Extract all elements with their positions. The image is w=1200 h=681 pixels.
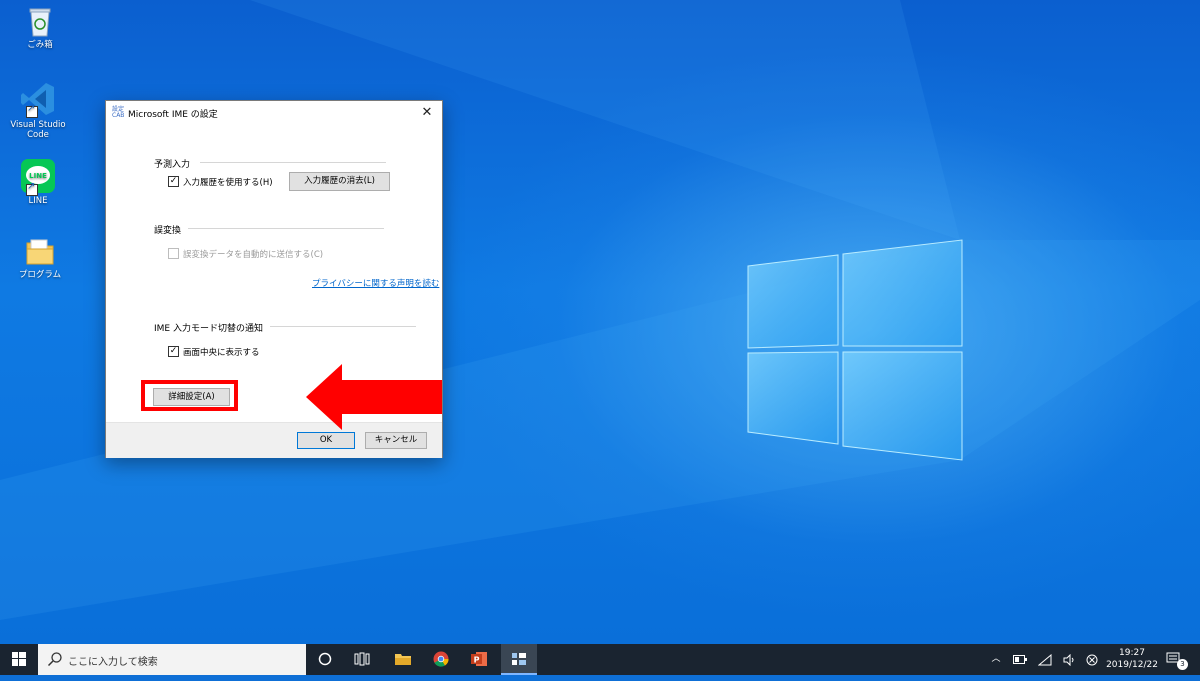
show-hidden-icons-chevron[interactable]: ︿ [988, 644, 1004, 675]
svg-text:LINE: LINE [29, 172, 47, 180]
desktop: ごみ箱 Visual Studio Code LINE LINE プログラム 設… [0, 0, 1200, 644]
close-button[interactable]: ✕ [412, 101, 442, 125]
file-explorer-icon[interactable] [386, 644, 420, 675]
desktop-icon-label: LINE [28, 196, 48, 206]
desktop-icon-label: Visual Studio Code [10, 120, 66, 140]
search-icon [47, 652, 62, 667]
svg-text:P: P [474, 656, 480, 665]
red-highlight-box [141, 380, 238, 411]
battery-icon[interactable] [1013, 644, 1029, 675]
send-misconversion-data-checkbox[interactable] [168, 248, 179, 259]
group-divider [270, 326, 416, 327]
powerpoint-icon[interactable]: P [462, 644, 496, 675]
desktop-icon-label: ごみ箱 [27, 40, 53, 50]
predictive-input-group-label: 予測入力 [154, 160, 191, 170]
ime-mode-notify-group-label: IME 入力モード切替の通知 [154, 324, 263, 334]
misconversion-group-label: 誤変換 [154, 226, 182, 236]
action-center-icon[interactable]: 3 [1166, 644, 1190, 675]
use-history-checkbox[interactable]: ✓ [168, 176, 179, 187]
clear-history-button[interactable]: 入力履歴の消去(L) [289, 172, 390, 191]
show-center-label: 画面中央に表示する [183, 348, 260, 358]
desktop-icon-label: プログラム [18, 270, 62, 280]
clock[interactable]: 19:27 2019/12/22 [1104, 644, 1160, 678]
clock-time: 19:27 [1119, 648, 1145, 658]
vscode-icon [21, 83, 54, 115]
cancel-button[interactable]: キャンセル [365, 432, 427, 449]
red-arrow-icon [306, 364, 442, 430]
ok-button[interactable]: OK [297, 432, 355, 449]
desktop-icon-vscode[interactable]: Visual Studio Code [6, 80, 70, 140]
taskbar-search-box[interactable]: ここに入力して検索 [38, 644, 306, 675]
wifi-icon[interactable] [1037, 644, 1054, 675]
notification-count-badge: 3 [1177, 659, 1188, 670]
recycle-bin-icon [29, 8, 51, 37]
task-view-icon[interactable] [345, 644, 379, 675]
shortcut-arrow-icon [26, 182, 38, 196]
privacy-statement-link[interactable]: プライバシーに関する声明を読む [312, 277, 439, 289]
folder-icon [26, 239, 54, 265]
dialog-title: Microsoft IME の設定 [128, 110, 218, 120]
windows-start-icon[interactable] [0, 644, 38, 675]
ime-app-icon: 設定 CAB [112, 106, 125, 119]
search-placeholder: ここに入力して検索 [68, 657, 158, 668]
desktop-icon-recycle-bin[interactable]: ごみ箱 [8, 6, 72, 50]
show-center-checkbox[interactable]: ✓ [168, 346, 179, 357]
use-history-label: 入力履歴を使用する(H) [183, 178, 273, 188]
send-misconversion-data-label: 誤変換データを自動的に送信する(C) [183, 250, 324, 260]
chrome-icon[interactable] [424, 644, 458, 675]
ime-settings-icon[interactable] [501, 644, 537, 675]
desktop-icon-line[interactable]: LINE LINE [6, 158, 70, 206]
ime-off-icon[interactable] [1086, 644, 1102, 675]
cortana-icon[interactable] [308, 644, 342, 675]
volume-icon[interactable] [1063, 644, 1079, 675]
group-divider [188, 228, 384, 229]
group-divider [200, 162, 386, 163]
clock-date: 2019/12/22 [1106, 660, 1158, 670]
shortcut-arrow-icon [26, 104, 38, 118]
dialog-titlebar[interactable]: 設定 CAB Microsoft IME の設定 ✕ [106, 101, 442, 125]
taskbar: ここに入力して検索 P ︿ 19:27 2019/12/22 3 [0, 644, 1200, 675]
desktop-icon-programs-folder[interactable]: プログラム [8, 236, 72, 280]
